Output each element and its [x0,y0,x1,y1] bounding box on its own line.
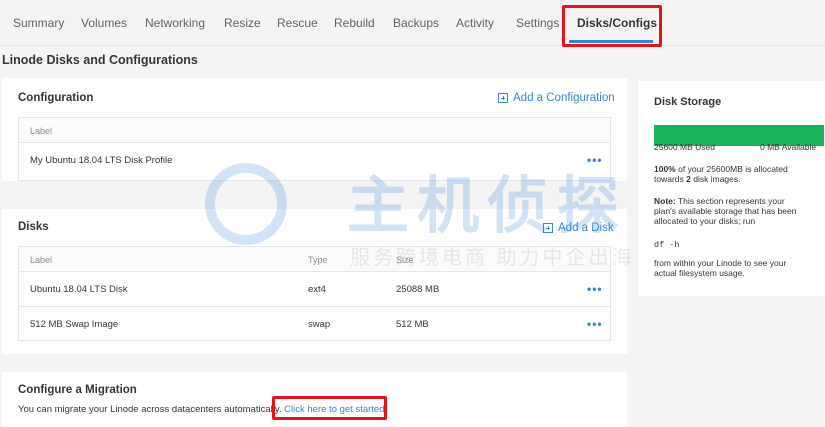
tab-rebuild[interactable]: Rebuild [334,16,375,30]
tab-networking[interactable]: Networking [145,16,205,30]
storage-allocated-text-2: towards [654,174,684,184]
plus-icon [498,93,508,103]
storage-command: df -h [654,240,680,250]
add-disk-button[interactable]: Add a Disk [543,222,614,234]
migration-start-link[interactable]: Click here to get started. [284,404,387,415]
tab-backups[interactable]: Backups [393,16,439,30]
disks-title: Disks [18,221,49,233]
table-header: Label Type Size [19,247,610,272]
disks-table: Label Type Size Ubuntu 18.04 LTS Disk ex… [18,246,611,341]
storage-allocated-text-1: of your 25600MB is allocated [678,164,788,174]
disk-size: 25088 MB [396,284,440,295]
tab-volumes[interactable]: Volumes [81,16,127,30]
storage-note-label: Note: [654,196,676,206]
active-tab-indicator [569,40,653,43]
migration-description: You can migrate your Linode across datac… [18,404,387,415]
add-configuration-button[interactable]: Add a Configuration [498,92,615,104]
table-row[interactable]: 512 MB Swap Image swap 512 MB ••• [19,307,610,341]
configuration-title: Configuration [18,92,94,104]
migration-text: You can migrate your Linode across datac… [18,404,282,415]
disk-type: ext4 [308,284,326,295]
disks-panel: Disks Add a Disk Label Type Size Ubuntu … [2,209,627,354]
storage-available-label: 0 MB Available [760,142,817,152]
storage-allocated-percent: 100% [654,164,676,174]
tab-summary[interactable]: Summary [13,16,64,30]
column-label: Label [30,255,53,265]
storage-note-line-2: plan's available storage that has been [654,206,797,216]
add-configuration-label: Add a Configuration [513,92,615,104]
storage-note: Note: This section represents your plan'… [654,196,824,226]
tab-disks-configs[interactable]: Disks/Configs [577,16,657,30]
tab-rescue[interactable]: Rescue [277,16,318,30]
tab-bar: Summary Volumes Networking Resize Rescue… [0,0,825,46]
disk-type: swap [308,319,331,330]
config-label: My Ubuntu 18.04 LTS Disk Profile [30,155,173,166]
disk-label: 512 MB Swap Image [30,319,119,330]
add-disk-label: Add a Disk [558,222,614,234]
table-row[interactable]: Ubuntu 18.04 LTS Disk ext4 25088 MB ••• [19,272,610,307]
tab-activity[interactable]: Activity [456,16,494,30]
disk-actions-menu-icon[interactable]: ••• [587,282,603,296]
storage-allocated-count: 2 [686,174,691,184]
page-title: Linode Disks and Configurations [2,53,198,67]
storage-note-line-1: This section represents your [677,196,785,206]
storage-used-label: 25600 MB Used [654,142,715,152]
disk-storage-panel: Disk Storage 25600 MB Used 0 MB Availabl… [638,81,825,296]
config-actions-menu-icon[interactable]: ••• [587,153,603,167]
disk-actions-menu-icon[interactable]: ••• [587,317,603,331]
disk-size: 512 MB [396,319,429,330]
migration-title: Configure a Migration [18,384,137,396]
configuration-table: Label My Ubuntu 18.04 LTS Disk Profile •… [18,117,611,181]
storage-after-line-1: from within your Linode to see your [654,258,787,268]
column-size: Size [396,255,414,265]
column-label: Label [30,126,53,136]
column-type: Type [308,255,328,265]
table-header: Label [19,118,610,143]
storage-after-text: from within your Linode to see your actu… [654,258,824,278]
storage-allocated-text-3: disk images. [693,174,741,184]
table-row[interactable]: My Ubuntu 18.04 LTS Disk Profile ••• [19,143,610,181]
tab-settings[interactable]: Settings [516,16,559,30]
plus-icon [543,223,553,233]
tab-resize[interactable]: Resize [224,16,261,30]
disk-label: Ubuntu 18.04 LTS Disk [30,284,128,295]
configuration-panel: Configuration Add a Configuration Label … [2,78,627,181]
storage-after-line-2: actual filesystem usage. [654,268,745,278]
disk-storage-title: Disk Storage [654,96,722,108]
storage-note-line-3: allocated to your disks; run [654,216,756,226]
storage-allocation-text: 100% of your 25600MB is allocated toward… [654,164,822,184]
migration-panel: Configure a Migration You can migrate yo… [2,372,627,427]
